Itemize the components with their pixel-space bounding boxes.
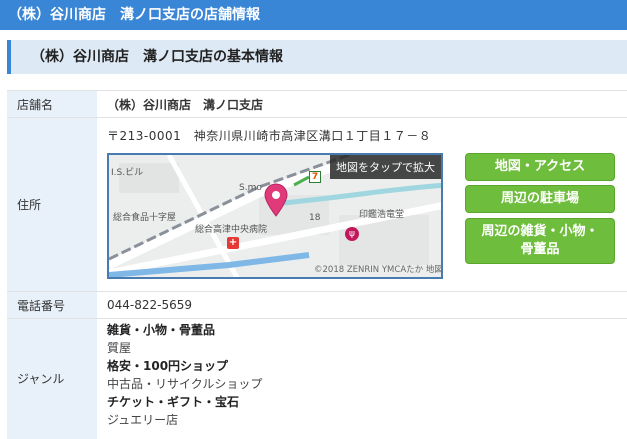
address-value: 〒213-0001 神奈川県川崎市高津区溝口１丁目１７－８: [107, 129, 432, 143]
map-access-button[interactable]: 地図・アクセス: [465, 153, 615, 181]
map-thumbnail[interactable]: I.S.ビル S.mo 総合食品十字屋 総合高津中央病院 印鑑浩竜堂 18 + …: [107, 153, 443, 279]
map-access-label: 地図・アクセス: [494, 159, 586, 174]
map-label-food: 総合食品十字屋: [113, 213, 177, 223]
restaurant-icon: ψ: [345, 227, 359, 241]
nearby-parking-button[interactable]: 周辺の駐車場: [465, 185, 615, 213]
map-label-18: 18: [309, 213, 321, 223]
map-label-is-building: I.S.ビル: [111, 168, 144, 178]
phone-value: 044-822-5659: [97, 291, 627, 319]
map-copyright: ©2018 ZENRIN YMCAたか 地図石原ビル 2018 ZENRIN: [314, 265, 443, 275]
genre-main-2: 格安・100円ショップ: [107, 359, 229, 373]
map-label-smo: S.mo: [239, 183, 262, 193]
genre-list: 雑貨・小物・骨董品 質屋 格安・100円ショップ 中古品・リサイクルショップ チ…: [107, 321, 262, 429]
row-genre: ジャンル: [7, 318, 627, 439]
genre-sub-1: 質屋: [107, 341, 132, 355]
genre-main-3: チケット・ギフト・宝石: [107, 395, 240, 409]
genre-main-1: 雑貨・小物・骨董品: [107, 323, 216, 337]
section-title: （株）谷川商店 溝ノ口支店の基本情報: [7, 40, 627, 74]
nearby-parking-label: 周辺の駐車場: [500, 191, 579, 206]
genre-sub-3: ジュエリー店: [107, 413, 179, 427]
nearby-goods-label-1: 周辺の雑貨・小物・: [481, 224, 599, 239]
map-label-hospital: 総合高津中央病院: [195, 225, 268, 235]
hospital-icon: +: [227, 237, 239, 249]
genre-label: ジャンル: [7, 318, 97, 439]
nearby-goods-button[interactable]: 周辺の雑貨・小物・ 骨董品: [465, 218, 615, 264]
map-tap-label[interactable]: 地図をタップで拡大: [330, 155, 441, 179]
store-7-icon: 7: [309, 171, 321, 183]
row-store-name: 店舗名 （株）谷川商店 溝ノ口支店: [7, 90, 627, 118]
map-label-inkan: 印鑑浩竜堂: [359, 210, 405, 220]
genre-sub-2: 中古品・リサイクルショップ: [107, 377, 263, 391]
store-name-value: （株）谷川商店 溝ノ口支店: [97, 90, 627, 118]
location-pin-icon: [264, 183, 288, 217]
page-header: （株）谷川商店 溝ノ口支店の店舗情報: [0, 0, 627, 30]
store-name-label: 店舗名: [7, 90, 97, 118]
row-phone: 電話番号 044-822-5659: [7, 291, 627, 319]
address-label: 住所: [7, 117, 97, 292]
nearby-goods-label-2: 骨董品: [520, 242, 560, 257]
phone-label: 電話番号: [7, 291, 97, 319]
